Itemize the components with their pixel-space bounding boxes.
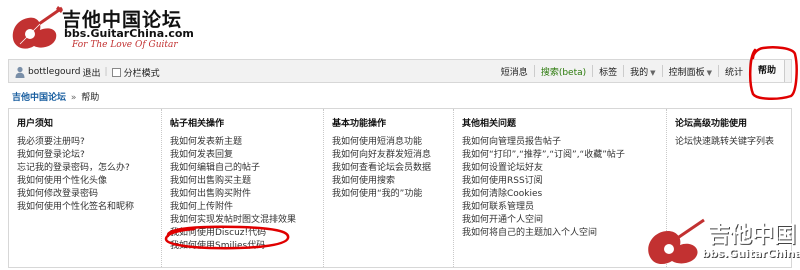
- help-link[interactable]: 我如何使用RSS订阅: [462, 175, 666, 188]
- help-link[interactable]: 我如何编辑自己的帖子: [170, 162, 323, 175]
- nav-search[interactable]: 搜索(beta): [535, 65, 592, 78]
- help-link[interactable]: 我如何出售购买附件: [170, 188, 323, 201]
- breadcrumb-current: 帮助: [81, 93, 100, 103]
- help-link[interactable]: 忘记我的登录密码，怎么办?: [17, 162, 161, 175]
- breadcrumb: 吉他中国论坛 » 帮助: [12, 90, 99, 103]
- site-slogan: For The Love Of Guitar: [72, 40, 178, 50]
- site-header: 吉他中国论坛 bbs.GuitarChina.com For The Love …: [0, 0, 800, 58]
- help-link[interactable]: 我如何使用Smilies代码: [170, 240, 323, 253]
- toolbar-divider: |: [104, 67, 108, 77]
- watermark: 吉他中国 bbs.GuitarChina.com: [640, 213, 800, 270]
- help-column-post-operations: 帖子相关操作 我如何发表新主题 我如何发表回复 我如何编辑自己的帖子 我如何出售…: [162, 109, 324, 267]
- help-column-basic-functions: 基本功能操作 我如何使用短消息功能 我如何向好友群发短消息 我如何查看论坛会员数…: [324, 109, 454, 267]
- nav-control-panel-label: 控制面板: [668, 67, 705, 78]
- nav-help[interactable]: 帮助: [748, 60, 785, 82]
- help-link[interactable]: 我如何上传附件: [170, 201, 323, 214]
- nav-mine[interactable]: 我的 ▼: [624, 65, 661, 78]
- guitar-logo-icon[interactable]: [6, 4, 64, 54]
- help-link[interactable]: 我如何使用个性化签名和昵称: [17, 201, 161, 214]
- breadcrumb-home-link[interactable]: 吉他中国论坛: [12, 93, 66, 103]
- logout-link[interactable]: 退出: [83, 66, 101, 79]
- help-link[interactable]: 论坛快速跳转关键字列表: [675, 136, 791, 149]
- help-link[interactable]: 我如何“打印”,“推荐”,“订阅”,“收藏”帖子: [462, 149, 666, 162]
- chevron-down-icon: ▼: [650, 68, 656, 77]
- column-title: 其他相关问题: [462, 119, 517, 129]
- help-link[interactable]: 我如何使用短消息功能: [332, 136, 453, 149]
- top-nav: 短消息 搜索(beta) 标签 我的 ▼ 控制面板 ▼ 统计 帮助: [495, 60, 785, 82]
- help-column-user-notice: 用户须知 我必须要注册吗? 我如何登录论坛? 忘记我的登录密码，怎么办? 我如何…: [9, 109, 162, 267]
- help-link[interactable]: 我如何设置论坛好友: [462, 162, 666, 175]
- chevron-down-icon: ▼: [706, 68, 712, 77]
- help-link[interactable]: 我如何登录论坛?: [17, 149, 161, 162]
- help-link[interactable]: 我如何使用搜索: [332, 175, 453, 188]
- username-link[interactable]: bottlegourd: [28, 67, 81, 77]
- column-title: 用户须知: [17, 119, 54, 129]
- help-column-other-questions: 其他相关问题 我如何向管理员报告帖子 我如何“打印”,“推荐”,“订阅”,“收藏…: [454, 109, 667, 267]
- nav-sms[interactable]: 短消息: [495, 65, 534, 78]
- user-area: bottlegourd 退出 | 分栏模式: [15, 65, 160, 79]
- help-link[interactable]: 我如何使用Discuz!代码: [170, 227, 323, 240]
- watermark-url: bbs.GuitarChina.com: [702, 247, 800, 260]
- breadcrumb-separator: »: [70, 93, 77, 103]
- help-link[interactable]: 我如何使用个性化头像: [17, 175, 161, 188]
- site-url: bbs.GuitarChina.com: [64, 27, 194, 40]
- guitar-logo-icon: [648, 218, 705, 265]
- nav-mine-label: 我的: [630, 67, 649, 78]
- column-title: 论坛高级功能使用: [675, 119, 748, 129]
- nav-control-panel[interactable]: 控制面板 ▼: [663, 65, 718, 78]
- help-link[interactable]: 我如何查看论坛会员数据: [332, 162, 453, 175]
- column-title: 帖子相关操作: [170, 119, 225, 129]
- help-link[interactable]: 我如何发表新主题: [170, 136, 323, 149]
- help-link[interactable]: 我如何实现发帖时图文混排效果: [170, 214, 323, 227]
- help-link[interactable]: 我必须要注册吗?: [17, 136, 161, 149]
- help-link[interactable]: 我如何联系管理员: [462, 201, 666, 214]
- layout-toggle-checkbox[interactable]: [111, 67, 121, 77]
- user-icon: [15, 66, 25, 78]
- column-title: 基本功能操作: [332, 119, 387, 129]
- help-link[interactable]: 我如何向管理员报告帖子: [462, 136, 666, 149]
- layout-toggle-label[interactable]: 分栏模式: [124, 66, 160, 79]
- watermark-title: 吉他中国: [708, 223, 797, 248]
- nav-tags[interactable]: 标签: [593, 65, 623, 78]
- help-link[interactable]: 我如何出售购买主题: [170, 175, 323, 188]
- user-toolbar: bottlegourd 退出 | 分栏模式 短消息 搜索(beta) 标签 我的…: [8, 59, 792, 83]
- help-link[interactable]: 我如何修改登录密码: [17, 188, 161, 201]
- help-link[interactable]: 我如何将自己的主题加入个人空间: [462, 227, 666, 240]
- help-link[interactable]: 我如何使用“我的”功能: [332, 188, 453, 201]
- help-link[interactable]: 我如何向好友群发短消息: [332, 149, 453, 162]
- help-link[interactable]: 我如何清除Cookies: [462, 188, 666, 201]
- help-link[interactable]: 我如何开通个人空间: [462, 214, 666, 227]
- nav-stats[interactable]: 统计: [719, 65, 749, 78]
- help-link[interactable]: 我如何发表回复: [170, 149, 323, 162]
